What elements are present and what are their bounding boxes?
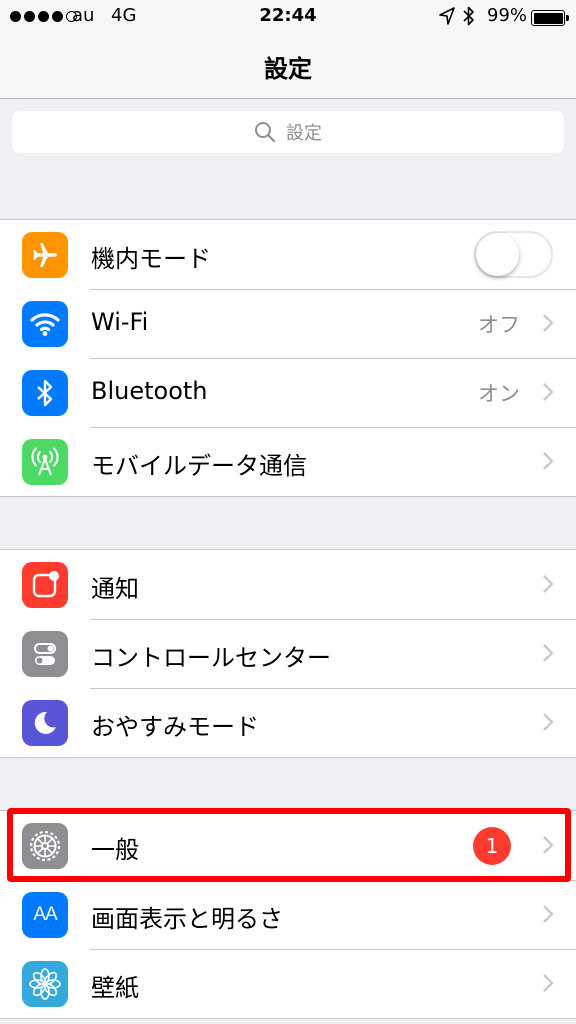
settings-row-do-not-disturb[interactable]: おやすみモード <box>0 688 576 757</box>
settings-row-wallpaper[interactable]: 壁紙 <box>0 949 576 1018</box>
settings-row-airplane-mode: 機内モード <box>0 220 576 289</box>
search-placeholder: 設定 <box>286 123 322 144</box>
setting-label: モバイルデータ通信 <box>91 452 307 480</box>
battery-percentage: 99% <box>487 5 528 26</box>
page-title: 設定 <box>264 55 312 83</box>
control-center-icon <box>22 631 68 677</box>
settings-row-display-brightness[interactable]: AA 画面表示と明るさ <box>0 880 576 949</box>
settings-row-mobile-data[interactable]: モバイルデータ通信 <box>0 427 576 496</box>
setting-label: Wi-Fi <box>91 308 149 336</box>
setting-value: オン <box>478 382 520 406</box>
chevron-right-icon <box>543 713 554 731</box>
chevron-right-icon <box>543 644 554 662</box>
settings-row-general[interactable]: 一般 1 <box>0 811 576 880</box>
setting-label: 画面表示と明るさ <box>91 905 283 933</box>
wallpaper-flower-icon <box>22 961 68 1007</box>
chevron-right-icon <box>543 452 554 470</box>
navigation-bar: au 4G 22:44 99% 設定 <box>0 0 576 99</box>
settings-row-notifications[interactable]: 通知 <box>0 550 576 619</box>
gear-icon <box>22 823 68 869</box>
battery-icon <box>531 10 569 26</box>
settings-row-bluetooth[interactable]: Bluetooth オン <box>0 358 576 427</box>
chevron-right-icon <box>543 383 554 401</box>
airplane-mode-toggle[interactable] <box>474 231 553 278</box>
text-size-icon: AA <box>22 892 68 938</box>
setting-label: Bluetooth <box>91 377 208 405</box>
setting-label: 通知 <box>91 575 139 603</box>
status-bar: au 4G 22:44 99% <box>0 0 576 34</box>
chevron-right-icon <box>543 314 554 332</box>
bluetooth-icon <box>22 370 68 416</box>
update-count-badge: 1 <box>473 827 511 865</box>
wifi-icon <box>22 301 68 347</box>
general-section: 一般 1 AA 画面表示と明るさ 壁紙 <box>0 810 576 1019</box>
connectivity-section: 機内モード Wi-Fi オフ Bluetooth オン モバイルデータ通信 <box>0 219 576 497</box>
setting-label: 一般 <box>91 836 139 864</box>
moon-icon <box>22 700 68 746</box>
setting-label: 機内モード <box>91 245 211 273</box>
settings-row-wifi[interactable]: Wi-Fi オフ <box>0 289 576 358</box>
setting-label: コントロールセンター <box>91 644 331 672</box>
bluetooth-status-icon <box>463 6 474 26</box>
notifications-icon <box>22 562 68 608</box>
airplane-icon <box>22 232 68 278</box>
chevron-right-icon <box>543 836 554 854</box>
chevron-right-icon <box>543 905 554 923</box>
setting-value: オフ <box>478 313 520 337</box>
search-icon <box>255 122 276 143</box>
setting-label: 壁紙 <box>91 974 139 1002</box>
chevron-right-icon <box>543 575 554 593</box>
cellular-antenna-icon <box>22 439 68 485</box>
location-arrow-icon <box>439 7 455 25</box>
chevron-right-icon <box>543 974 554 992</box>
setting-label: おやすみモード <box>91 713 259 741</box>
text-size-icon-glyph: AA <box>33 904 57 925</box>
search-field[interactable]: 設定 <box>12 111 564 153</box>
settings-row-control-center[interactable]: コントロールセンター <box>0 619 576 688</box>
notifications-section: 通知 コントロールセンター おやすみモード <box>0 549 576 758</box>
